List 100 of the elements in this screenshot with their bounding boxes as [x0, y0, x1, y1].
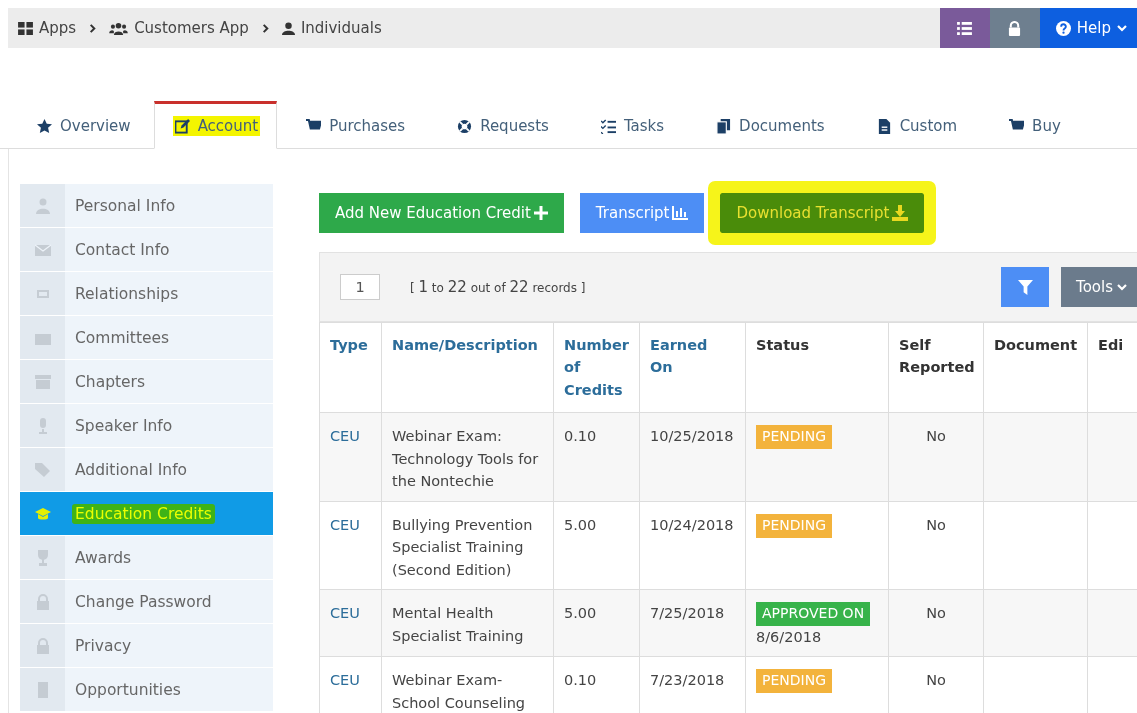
lock-icon — [34, 593, 51, 610]
chevron-icon — [260, 23, 270, 33]
tab[interactable]: Custom — [847, 101, 981, 149]
status-badge: PENDING — [756, 513, 832, 538]
table-cell: 7/25/2018 — [639, 589, 746, 657]
tab[interactable]: Overview — [8, 101, 154, 149]
table-cell: CEU — [319, 589, 382, 657]
status-badge: PENDING — [756, 425, 832, 450]
tab[interactable]: Tasks — [571, 101, 688, 149]
filter-icon — [1017, 279, 1033, 295]
table-cell: 10/25/2018 — [639, 412, 746, 502]
copy-icon — [716, 118, 732, 134]
sidebar-item[interactable]: Relationships — [20, 272, 273, 316]
tab-label: Buy — [1032, 117, 1061, 135]
column-header[interactable]: Type — [319, 322, 382, 413]
tab-label: Overview — [60, 117, 131, 135]
sidebar-label: Speaker Info — [75, 416, 173, 435]
filter-button[interactable] — [1001, 267, 1050, 307]
sidebar-item[interactable]: Change Password — [20, 580, 273, 624]
lock-button[interactable] — [989, 8, 1040, 48]
sidebar-item[interactable]: Committees — [20, 316, 273, 360]
column-header: Self Reported — [888, 322, 984, 413]
sidebar-item[interactable]: Personal Info — [20, 184, 273, 228]
grid-icon — [18, 21, 33, 35]
status-date: 8/6/2018 — [756, 627, 823, 647]
caret-icon — [1117, 23, 1127, 33]
sidebar-item[interactable]: Chapters — [20, 360, 273, 404]
table-cell: 0.10 — [553, 412, 640, 502]
plus-icon — [533, 206, 548, 220]
sidebar-label: Chapters — [75, 372, 146, 391]
table-cell: CEU — [319, 656, 382, 713]
sidebar-item[interactable]: Speaker Info — [20, 404, 273, 448]
person-icon — [34, 197, 51, 214]
ring-icon — [457, 118, 473, 134]
column-header[interactable]: Number of Credits — [553, 322, 640, 413]
sidebar-label: Contact Info — [75, 240, 170, 259]
record-count: [ 1 to 22 out of 22 records ] — [410, 278, 586, 296]
tab[interactable]: Account — [153, 101, 278, 149]
column-header: Status — [745, 322, 889, 413]
tab[interactable]: Buy — [980, 101, 1084, 149]
tag-icon — [34, 461, 51, 478]
sidebar-label: Change Password — [75, 592, 212, 611]
file-icon — [876, 118, 892, 134]
tab[interactable]: Documents — [687, 101, 848, 149]
sidebar-label: Awards — [75, 548, 132, 567]
column-header: Edi — [1087, 322, 1137, 413]
graduation-cap-icon — [34, 505, 51, 522]
tab-label: Requests — [480, 117, 549, 135]
sidebar-label: Committees — [75, 328, 170, 347]
sidebar-label: Education Credits — [72, 503, 215, 524]
caret-icon — [1117, 282, 1127, 292]
bar-chart-icon — [672, 206, 689, 220]
table-cell: No — [888, 501, 984, 590]
tab[interactable]: Requests — [428, 101, 572, 149]
transcript-button[interactable]: Transcript — [579, 193, 705, 233]
tab-label: Purchases — [329, 117, 406, 135]
table-cell: 10/24/2018 — [639, 501, 746, 590]
table-cell: CEU — [319, 501, 382, 590]
breadcrumb-link[interactable]: Customers App — [134, 19, 249, 37]
tab-label: Tasks — [623, 117, 665, 135]
breadcrumb-link[interactable]: Apps — [39, 19, 77, 37]
column-header[interactable]: Name/Description — [381, 322, 554, 413]
add-button[interactable]: Add New Education Credit — [319, 193, 564, 233]
chevron-icon — [88, 23, 98, 33]
tools-button[interactable]: Tools — [1061, 267, 1137, 307]
tab-label: Account — [197, 117, 259, 135]
help-button[interactable]: Help — [1039, 8, 1137, 48]
sidebar-item[interactable]: Privacy — [20, 624, 273, 668]
table-cell: Bullying Prevention Specialist Training (Second Edition) — [381, 501, 554, 590]
list-icon — [600, 118, 616, 134]
column-header[interactable]: Earned On — [639, 322, 746, 413]
table-cell: Mental Health Specialist Training — [381, 589, 554, 657]
sidebar-item[interactable]: Additional Info — [20, 448, 273, 492]
status-badge: PENDING — [756, 669, 832, 694]
sidebar-item[interactable]: Opportunities — [20, 668, 273, 712]
sidebar-item[interactable]: Awards — [20, 536, 273, 580]
list-icon — [957, 21, 973, 35]
tab-label: Custom — [899, 117, 958, 135]
tab[interactable]: Purchases — [277, 101, 429, 149]
sidebar-label: Opportunities — [75, 680, 181, 699]
sidebar-label: Additional Info — [75, 460, 188, 479]
table-cell: 5.00 — [553, 501, 640, 590]
lock-icon — [34, 637, 51, 654]
table-cell: Webinar Exam: Technology Tools for the Nontechie — [381, 412, 554, 502]
sidebar-label: Privacy — [75, 636, 132, 655]
table-cell: 5.00 — [553, 589, 640, 657]
breadcrumb-link[interactable]: Individuals — [300, 19, 382, 37]
page-number[interactable]: 1 — [340, 274, 380, 300]
sidebar-label: Personal Info — [75, 196, 176, 215]
table-cell: No — [888, 412, 984, 502]
users-icon — [109, 21, 129, 35]
list-button[interactable] — [939, 8, 990, 48]
help-icon — [1055, 20, 1071, 36]
status-badge: APPROVED ON — [756, 602, 871, 626]
lock-icon — [1008, 20, 1022, 36]
table-cell: No — [888, 589, 984, 657]
column-header: Document — [983, 322, 1088, 413]
edit-icon — [174, 118, 190, 134]
sidebar-label: Relationships — [75, 284, 179, 303]
sidebar-item[interactable]: Contact Info — [20, 228, 273, 272]
